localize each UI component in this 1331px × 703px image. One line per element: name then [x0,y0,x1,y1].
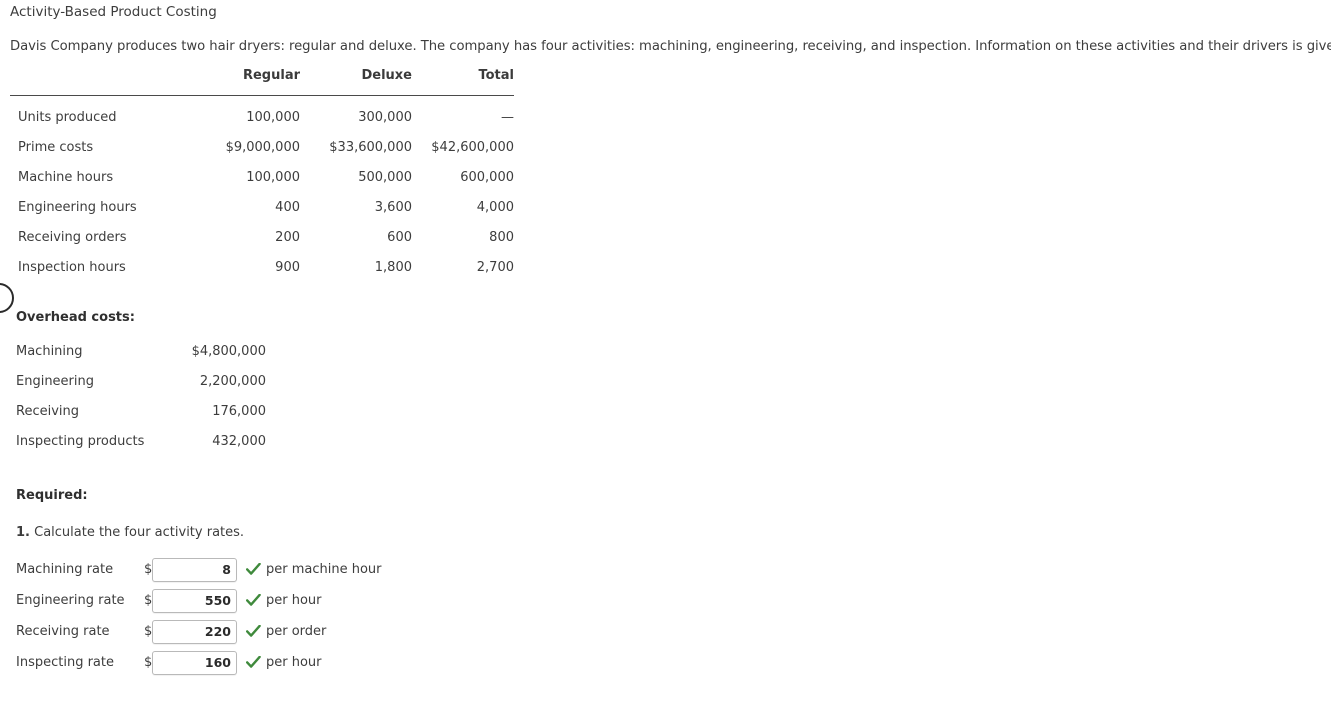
overhead-row: Engineering 2,200,000 [10,366,266,396]
row-label: Inspection hours [18,259,126,275]
overhead-value: 2,200,000 [199,373,266,389]
cell-deluxe: 300,000 [358,109,412,125]
overhead-label: Receiving [16,403,80,419]
table-row: Units produced 100,000 300,000 — [10,96,514,133]
cell-total: — [501,109,514,125]
table-row: Machine hours 100,000 500,000 600,000 [10,162,514,192]
cell-deluxe: 500,000 [358,169,412,185]
machining-rate-input[interactable] [152,557,237,582]
correct-check-icon [243,656,263,669]
column-header-blank [10,68,190,96]
cell-regular: 100,000 [246,109,300,125]
required-heading: Required: [16,488,88,503]
cell-deluxe: 600 [387,229,412,245]
overhead-value: 176,000 [212,403,266,419]
overhead-value: $4,800,000 [191,343,266,359]
table-row: Receiving orders 200 600 800 [10,222,514,252]
cell-regular: 900 [275,259,300,275]
overhead-costs-section: Overhead costs: Machining $4,800,000 Eng… [10,310,266,456]
engineering-rate-input[interactable] [152,588,237,613]
question-number: 1. [16,525,30,540]
cell-regular: 100,000 [246,169,300,185]
activity-rate-answers: Machining rate $ per machine hour Engine… [16,554,382,678]
rate-label-engineering: Engineering rate [16,593,125,608]
cell-regular: 200 [275,229,300,245]
rate-row-inspecting: Inspecting rate $ per hour [16,647,382,678]
rate-unit-engineering: per hour [266,593,322,608]
row-label: Units produced [18,109,117,125]
table-header-row: Regular Deluxe Total [10,68,514,96]
currency-symbol: $ [144,624,153,639]
rate-label-inspecting: Inspecting rate [16,655,114,670]
row-label: Receiving orders [18,229,127,245]
rate-label-machining: Machining rate [16,562,114,577]
cell-regular: 400 [275,199,300,215]
cell-total: 600,000 [460,169,514,185]
currency-symbol: $ [144,562,153,577]
table-row: Inspection hours 900 1,800 2,700 [10,252,514,282]
cell-deluxe: 3,600 [374,199,412,215]
row-label: Engineering hours [18,199,137,215]
overhead-row: Receiving 176,000 [10,396,266,426]
worksheet-page: Activity-Based Product Costing Davis Com… [0,0,1331,703]
rate-unit-machining: per machine hour [266,562,382,577]
question-text: Calculate the four activity rates. [29,525,245,540]
correct-check-icon [243,625,263,638]
cell-regular: $9,000,000 [225,139,300,155]
column-header-total: Total [478,68,514,83]
cell-total: $42,600,000 [431,139,514,155]
row-label: Prime costs [18,139,94,155]
overhead-row: Inspecting products 432,000 [10,426,266,456]
currency-symbol: $ [144,593,153,608]
inspecting-rate-input[interactable] [152,650,237,675]
cell-total: 800 [489,229,514,245]
rate-row-engineering: Engineering rate $ per hour [16,585,382,616]
correct-check-icon [243,563,263,576]
activity-driver-table: Regular Deluxe Total Units produced 100,… [10,68,514,282]
column-header-deluxe: Deluxe [361,68,412,83]
overhead-label: Machining [16,343,83,359]
required-section: Required: 1. Calculate the four activity… [16,488,382,675]
cell-deluxe: $33,600,000 [329,139,412,155]
decorative-arc-icon [0,283,14,313]
rate-unit-receiving: per order [266,624,327,639]
rate-row-machining: Machining rate $ per machine hour [16,554,382,585]
page-title: Activity-Based Product Costing [10,4,217,20]
overhead-row: Machining $4,800,000 [10,336,266,366]
overhead-value: 432,000 [212,433,266,449]
table-row: Prime costs $9,000,000 $33,600,000 $42,6… [10,132,514,162]
rate-label-receiving: Receiving rate [16,624,110,639]
receiving-rate-input[interactable] [152,619,237,644]
overhead-label: Engineering [16,373,94,389]
table-row: Engineering hours 400 3,600 4,000 [10,192,514,222]
overhead-label: Inspecting products [16,433,145,449]
rate-row-receiving: Receiving rate $ per order [16,616,382,647]
rate-unit-inspecting: per hour [266,655,322,670]
column-header-regular: Regular [242,68,300,83]
currency-symbol: $ [144,655,153,670]
cell-total: 2,700 [476,259,514,275]
problem-description: Davis Company produces two hair dryers: … [10,39,1331,54]
row-label: Machine hours [18,169,114,185]
overhead-costs-heading: Overhead costs: [16,310,135,325]
question-1: 1. Calculate the four activity rates. [16,525,244,540]
cell-deluxe: 1,800 [374,259,412,275]
cell-total: 4,000 [476,199,514,215]
correct-check-icon [243,594,263,607]
